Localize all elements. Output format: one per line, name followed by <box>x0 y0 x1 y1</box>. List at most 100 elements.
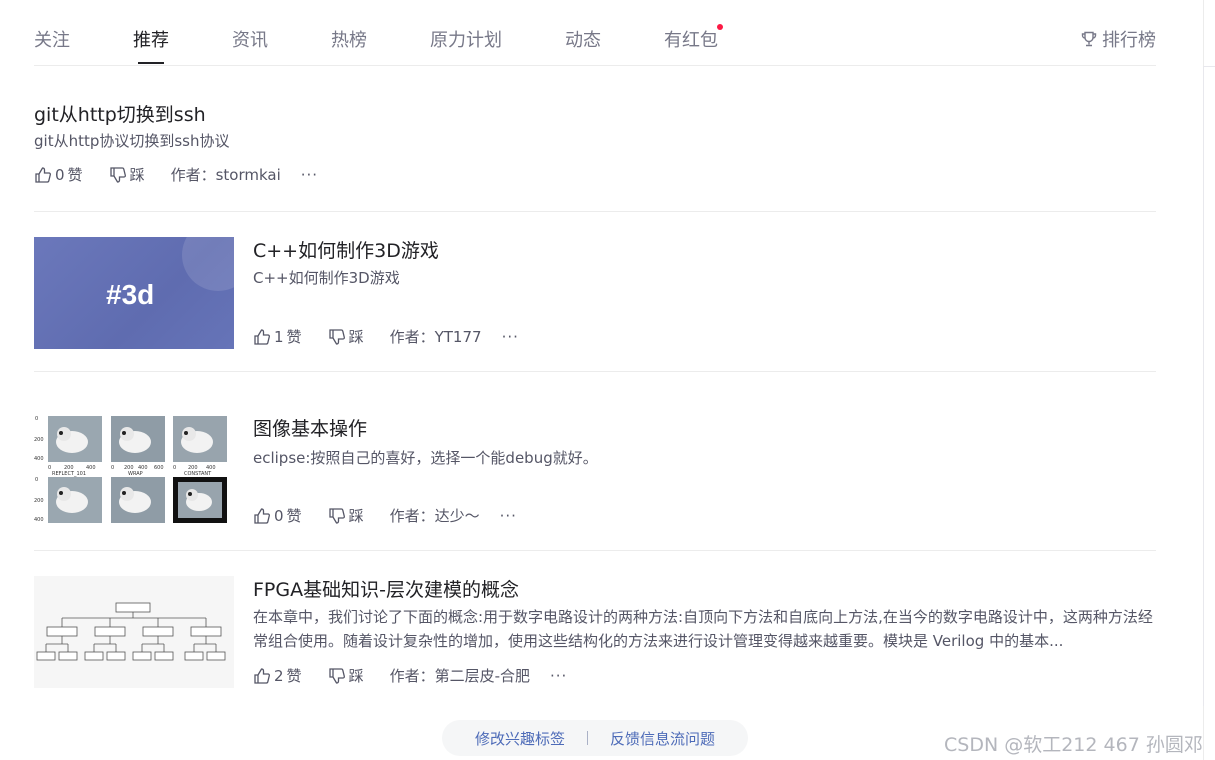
article-thumbnail[interactable] <box>34 576 234 688</box>
svg-text:400: 400 <box>34 456 44 462</box>
author-info[interactable]: 作者：第二层皮-合肥 <box>390 665 530 686</box>
thumbnail-decoration <box>182 237 234 291</box>
dislike-label: 踩 <box>348 507 364 525</box>
svg-text:0: 0 <box>173 465 176 471</box>
author-prefix: 作者： <box>389 328 435 346</box>
svg-text:0: 0 <box>111 465 114 471</box>
author-info[interactable]: 作者：达少～ <box>390 505 480 526</box>
tab-recommend[interactable]: 推荐 <box>133 26 169 52</box>
article-desc: git从http协议切换到ssh协议 <box>34 132 230 150</box>
svg-text:400: 400 <box>34 517 44 523</box>
author-name: 第二层皮-合肥 <box>434 667 531 685</box>
thumb-down-icon <box>328 328 345 345</box>
thumb-down-icon <box>109 166 126 183</box>
trophy-icon <box>1081 31 1097 47</box>
author-info[interactable]: 作者：YT177 <box>390 326 482 347</box>
feed-tab-bar: 关注 推荐 资讯 热榜 原力计划 动态 有红包 排行榜 <box>34 0 1156 66</box>
dislike-button[interactable]: 踩 <box>328 665 364 686</box>
author-prefix: 作者： <box>389 667 435 685</box>
watermark: CSDN @软工212 467 孙圆邓 <box>944 734 1203 756</box>
edit-interest-tags-link[interactable]: 修改兴趣标签 <box>475 728 565 749</box>
like-button[interactable]: 1 赞 <box>253 326 302 347</box>
article-meta: 0 赞 踩 作者：stormkai ··· <box>34 164 318 185</box>
thumb-down-icon <box>328 507 345 524</box>
feed-article[interactable]: FPGA基础知识-层次建模的概念 在本章中，我们讨论了下面的概念:用于数字电路设… <box>34 551 1156 703</box>
feed-article[interactable]: #3d C++如何制作3D游戏 C++如何制作3D游戏 1 赞 踩 作者：YT1… <box>34 212 1156 372</box>
active-tab-indicator <box>138 62 164 64</box>
svg-text:0: 0 <box>48 465 51 471</box>
article-title[interactable]: git从http切换到ssh <box>34 100 206 127</box>
article-desc: C++如何制作3D游戏 <box>253 269 400 287</box>
article-title[interactable]: C++如何制作3D游戏 <box>253 236 439 263</box>
feed-feedback-bar: 修改兴趣标签 反馈信息流问题 <box>442 720 748 756</box>
feedback-feed-issue-link[interactable]: 反馈信息流问题 <box>610 728 715 749</box>
dislike-button[interactable]: 踩 <box>328 326 364 347</box>
tab-hot[interactable]: 热榜 <box>331 26 367 52</box>
like-count: 0 <box>274 506 284 525</box>
thumbnail-label: WRAP <box>128 471 143 477</box>
feed-article[interactable]: git从http切换到ssh git从http协议切换到ssh协议 0 赞 踩 … <box>34 66 1156 212</box>
article-thumbnail[interactable]: #3d <box>34 237 234 349</box>
author-prefix: 作者： <box>170 166 216 184</box>
article-title[interactable]: FPGA基础知识-层次建模的概念 <box>253 575 519 602</box>
svg-text:200: 200 <box>34 437 44 443</box>
author-info[interactable]: 作者：stormkai <box>171 164 281 185</box>
like-button[interactable]: 0 赞 <box>253 505 302 526</box>
thumbnail-text: #3d <box>106 279 155 310</box>
more-options-button[interactable]: ··· <box>500 507 517 525</box>
article-desc: 在本章中，我们讨论了下面的概念:用于数字电路设计的两种方法:自顶向下方法和自底向… <box>253 608 1153 650</box>
hierarchy-diagram-thumbnail <box>36 602 226 661</box>
like-count: 2 <box>274 666 284 685</box>
ranking-label: 排行榜 <box>1102 30 1156 51</box>
svg-text:200: 200 <box>34 498 44 504</box>
article-title[interactable]: 图像基本操作 <box>253 414 367 441</box>
article-meta: 0 赞 踩 作者：达少～ ··· <box>253 505 517 526</box>
author-name: stormkai <box>215 166 281 184</box>
dislike-button[interactable]: 踩 <box>109 164 145 185</box>
tab-follow[interactable]: 关注 <box>34 26 70 52</box>
like-button[interactable]: 2 赞 <box>253 665 302 686</box>
dislike-label: 踩 <box>129 166 145 184</box>
ranking-link[interactable]: 排行榜 <box>1080 26 1156 52</box>
article-desc: eclipse:按照自己的喜好，选择一个能debug就好。 <box>253 449 598 467</box>
red-packet-notification-dot <box>717 24 723 30</box>
dislike-label: 踩 <box>348 667 364 685</box>
thumb-up-icon <box>35 166 51 183</box>
article-thumbnail[interactable]: 0 200 400 0 200 400 0 200 400 600 0 200 400 REFLE… <box>34 414 234 526</box>
article-meta: 2 赞 踩 作者：第二层皮-合肥 ··· <box>253 665 567 686</box>
article-meta: 1 赞 踩 作者：YT177 ··· <box>253 326 519 347</box>
thumbnail-label: CONSTANT <box>184 471 212 477</box>
more-options-button[interactable]: ··· <box>550 667 567 685</box>
thumb-down-icon <box>328 667 345 684</box>
like-suffix: 赞 <box>286 507 302 525</box>
tab-news[interactable]: 资讯 <box>232 26 268 52</box>
svg-text:400: 400 <box>86 465 96 471</box>
like-suffix: 赞 <box>67 166 83 184</box>
thumbnail-label: REFLECT_101 <box>52 471 86 477</box>
svg-text:0: 0 <box>35 416 38 422</box>
tab-force-plan[interactable]: 原力计划 <box>430 26 502 52</box>
svg-text:600: 600 <box>154 465 164 471</box>
more-options-button[interactable]: ··· <box>301 166 318 184</box>
like-suffix: 赞 <box>286 328 302 346</box>
thumb-up-icon <box>254 667 270 684</box>
dislike-label: 踩 <box>348 328 364 346</box>
author-name: 达少～ <box>434 507 480 525</box>
like-button[interactable]: 0 赞 <box>34 164 83 185</box>
like-count: 0 <box>55 165 65 184</box>
thumb-up-icon <box>254 507 270 524</box>
side-panel-edge <box>1203 66 1215 706</box>
author-name: YT177 <box>434 328 482 346</box>
divider <box>587 731 588 745</box>
tab-red-packet[interactable]: 有红包 <box>664 26 718 52</box>
like-suffix: 赞 <box>286 667 302 685</box>
dislike-button[interactable]: 踩 <box>328 505 364 526</box>
feed-article[interactable]: 0 200 400 0 200 400 0 200 400 600 0 200 400 REFLE… <box>34 372 1156 551</box>
more-options-button[interactable]: ··· <box>502 328 519 346</box>
like-count: 1 <box>274 327 284 346</box>
author-prefix: 作者： <box>389 507 435 525</box>
thumb-up-icon <box>254 328 270 345</box>
image-grid-thumbnail: 0200400 0 200 400 0 200 400 600 0 200 400 REFLE… <box>34 416 227 523</box>
svg-text:0: 0 <box>35 477 38 483</box>
tab-activity[interactable]: 动态 <box>565 26 601 52</box>
